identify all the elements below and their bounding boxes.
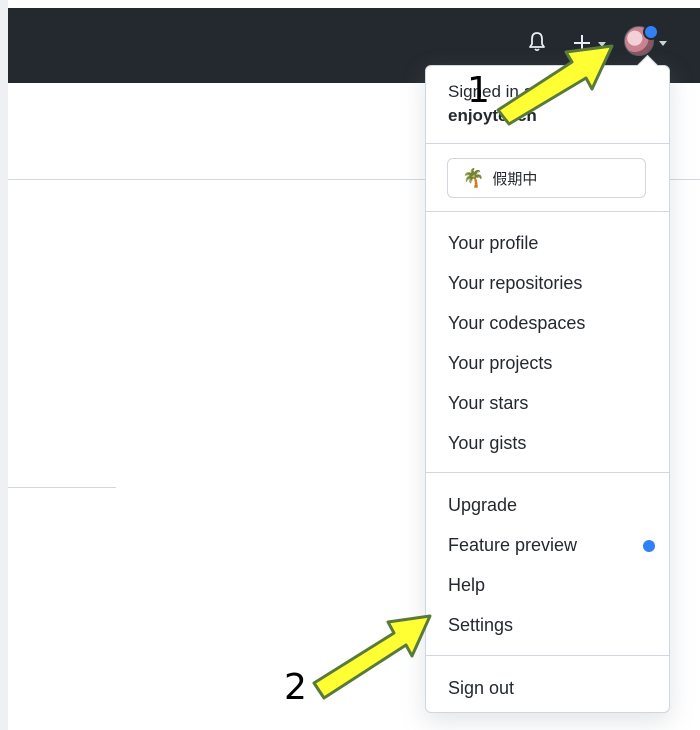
create-new-button[interactable] [570, 28, 614, 58]
divider [8, 487, 116, 488]
page-edge [0, 0, 8, 730]
status-text: 假期中 [492, 170, 538, 188]
menu-item-upgrade[interactable]: Upgrade [448, 493, 517, 517]
menu-item-help[interactable]: Help [448, 573, 485, 597]
chevron-down-icon [659, 41, 667, 46]
menu-item-your-repositories[interactable]: Your repositories [448, 271, 582, 295]
divider [426, 211, 669, 212]
menu-item-sign-out[interactable]: Sign out [448, 676, 514, 700]
annotation-arrow-2 [312, 614, 432, 700]
username[interactable]: enjoyteach [448, 104, 542, 128]
menu-item-your-projects[interactable]: Your projects [448, 351, 552, 375]
user-menu-button[interactable] [624, 24, 680, 64]
menu-item-your-codespaces[interactable]: Your codespaces [448, 311, 585, 335]
signed-in-label: Signed in as [448, 82, 542, 101]
plus-icon [574, 35, 590, 51]
menu-item-your-profile[interactable]: Your profile [448, 231, 538, 255]
bell-icon[interactable] [525, 30, 549, 54]
annotation-step-1: 1 [467, 70, 490, 111]
menu-item-your-gists[interactable]: Your gists [448, 431, 526, 455]
divider [426, 472, 669, 473]
annotation-step-2: 2 [284, 667, 307, 708]
palm-tree-icon: 🌴 [462, 167, 485, 188]
set-status-button[interactable]: 🌴 假期中 [447, 158, 646, 198]
notification-dot [643, 24, 659, 40]
chevron-down-icon [598, 42, 606, 47]
divider [426, 143, 669, 144]
divider [426, 655, 669, 656]
user-dropdown-menu: Signed in as enjoyteach 🌴 假期中 Your profi… [425, 65, 670, 713]
menu-item-your-stars[interactable]: Your stars [448, 391, 528, 415]
feature-preview-indicator [643, 540, 655, 552]
signed-in-info: Signed in as enjoyteach [448, 80, 542, 128]
menu-item-settings[interactable]: Settings [448, 613, 513, 637]
menu-item-feature-preview[interactable]: Feature preview [448, 533, 577, 557]
